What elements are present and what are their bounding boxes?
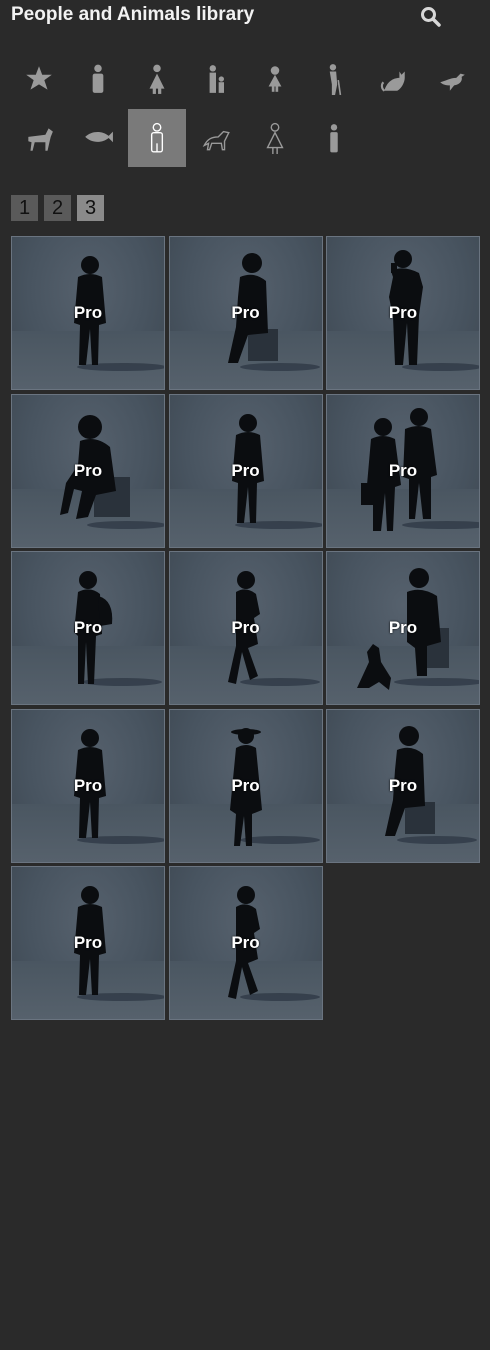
category-dog[interactable] [187, 109, 245, 167]
category-woman[interactable] [128, 50, 186, 108]
asset-tile-man-standing[interactable]: Pro [11, 866, 165, 1020]
bird-icon [437, 63, 467, 95]
pro-badge: Pro [73, 933, 103, 952]
pro-badge: Pro [231, 933, 260, 952]
pro-badge: Pro [73, 775, 103, 795]
asset-tile-boy-sitting-box[interactable]: Pro [11, 393, 165, 548]
asset-tile-woman-sitting-box[interactable]: Pro [168, 236, 323, 390]
category-bird[interactable] [423, 50, 481, 108]
asset-tile-woman-walking[interactable]: Pro [168, 866, 323, 1020]
category-man-outline[interactable] [128, 109, 186, 167]
asset-tile-man-standing[interactable]: Pro [168, 393, 323, 548]
category-man[interactable] [69, 50, 127, 108]
elderly-icon [319, 63, 349, 95]
pro-badge: Pro [231, 618, 260, 637]
horse-icon [24, 122, 54, 154]
page-button-1[interactable]: 1 [11, 195, 38, 221]
page-button-3[interactable]: 3 [77, 195, 104, 221]
asset-tile-woman-sitting-box[interactable]: Pro [326, 708, 480, 863]
pro-badge: Pro [73, 618, 103, 637]
category-cat[interactable] [364, 50, 422, 108]
search-icon[interactable] [419, 5, 443, 29]
category-woman-outline[interactable] [246, 109, 304, 167]
category-family[interactable] [187, 50, 245, 108]
library-title: People and Animals library [11, 4, 255, 25]
asset-tile-man-with-backpack[interactable]: Pro [11, 551, 165, 705]
pro-badge: Pro [388, 303, 418, 322]
fish-icon [83, 122, 113, 154]
asset-tile-man-standing[interactable]: Pro [11, 236, 165, 390]
woman-outline-icon [260, 122, 290, 154]
category-person[interactable] [305, 109, 363, 167]
category-fish[interactable] [69, 109, 127, 167]
cat-icon [378, 63, 408, 95]
pro-badge: Pro [231, 460, 260, 480]
header: People and Animals library [11, 3, 481, 29]
pro-badge: Pro [73, 460, 103, 480]
child-icon [260, 63, 290, 95]
category-horse[interactable] [10, 109, 68, 167]
category-elderly[interactable] [305, 50, 363, 108]
asset-tile-two-men-talking[interactable]: Pro [326, 393, 480, 548]
asset-tile-woman-walking[interactable]: Pro [168, 551, 323, 705]
pro-badge: Pro [388, 775, 418, 795]
asset-tile-man-standing[interactable]: Pro [11, 708, 165, 863]
asset-tile-man-sitting-with-dog[interactable]: Pro [326, 551, 480, 705]
parent-child-icon [201, 63, 231, 95]
pro-badge: Pro [231, 775, 260, 795]
asset-tile-man-on-phone[interactable]: Pro [326, 236, 480, 390]
pro-badge: Pro [231, 303, 260, 322]
category-favorites[interactable] [10, 50, 68, 108]
man-icon [83, 63, 113, 95]
woman-icon [142, 63, 172, 95]
dog-outline-icon [201, 122, 231, 154]
pro-badge: Pro [73, 303, 103, 322]
person-icon [319, 122, 349, 154]
asset-tile-woman-with-hat[interactable]: Pro [168, 708, 323, 863]
page-button-2[interactable]: 2 [44, 195, 71, 221]
pro-badge: Pro [388, 460, 418, 480]
star-icon [24, 63, 54, 95]
category-child[interactable] [246, 50, 304, 108]
man-outline-icon [142, 122, 172, 154]
pro-badge: Pro [388, 618, 418, 637]
